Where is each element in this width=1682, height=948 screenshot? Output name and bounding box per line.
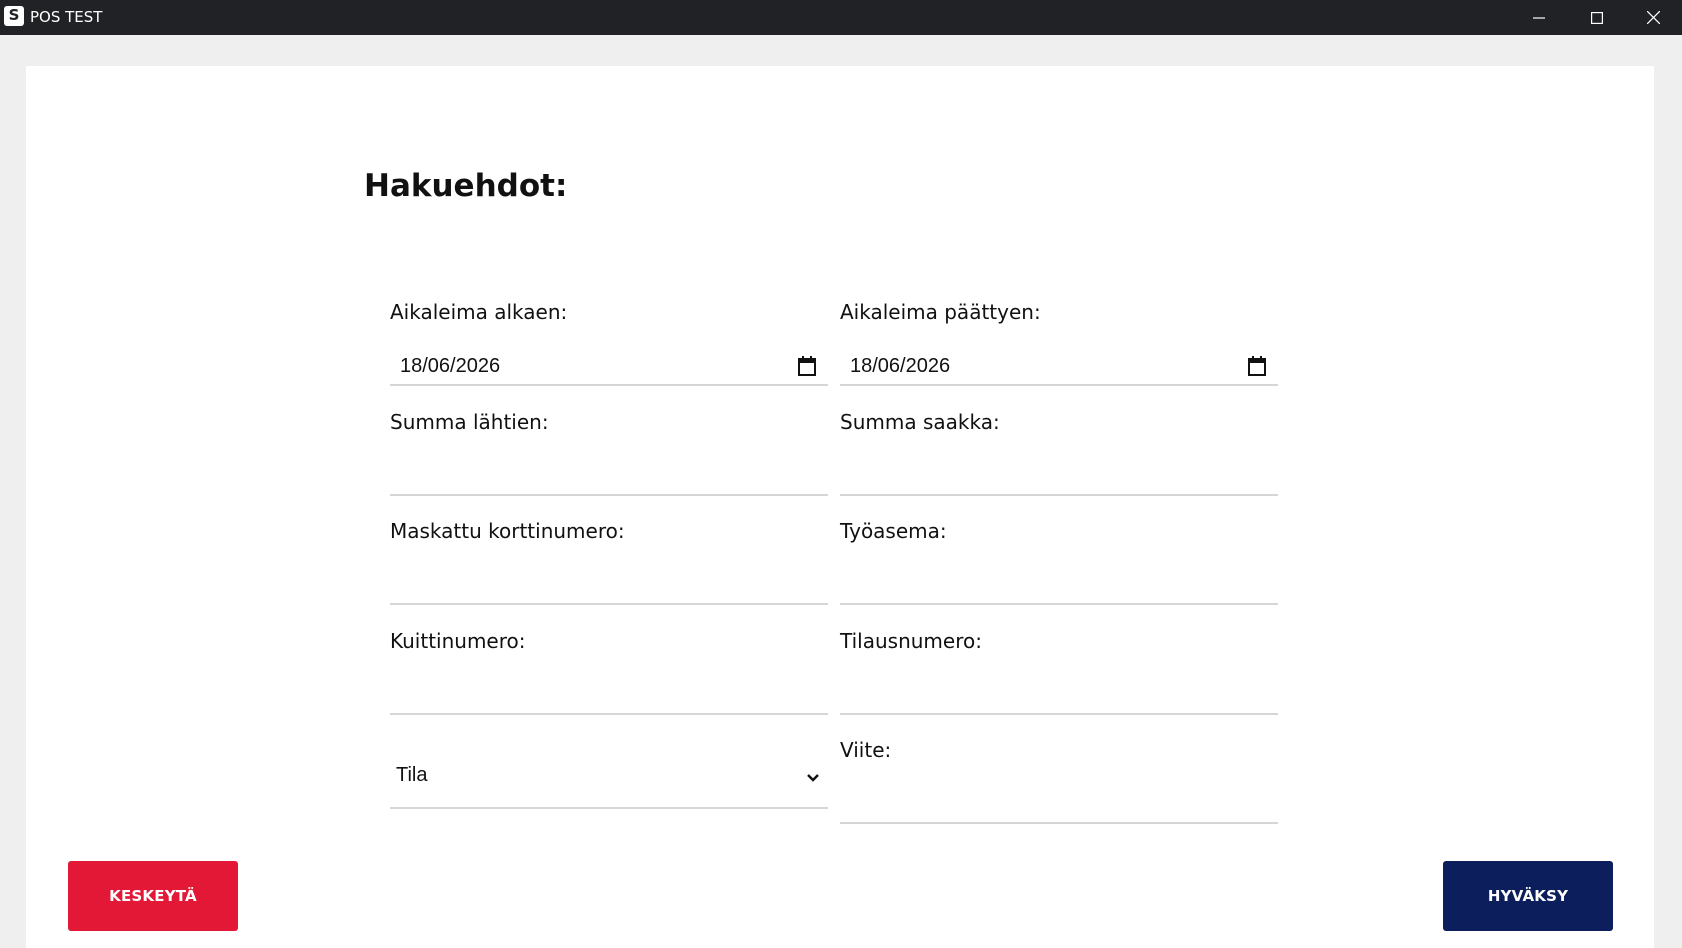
close-button[interactable] [1624, 0, 1682, 35]
close-icon [1646, 11, 1660, 24]
accept-button[interactable]: HYVÄKSY [1443, 861, 1613, 931]
app-logo-icon: S [4, 6, 24, 26]
date-start-value[interactable]: 18/06/2026 [400, 355, 500, 378]
minimize-button[interactable] [1510, 0, 1568, 35]
order-number-label: Tilausnumero: [840, 629, 982, 653]
status-underline [390, 807, 828, 809]
status-select[interactable]: Tila [390, 723, 828, 809]
date-end-label: Aikaleima päättyen: [840, 300, 1041, 324]
sum-to-input[interactable] [840, 454, 1278, 494]
sum-to-underline [840, 494, 1278, 496]
masked-card-field: Maskattu korttinumero: [390, 519, 828, 605]
reference-label: Viite: [840, 738, 892, 762]
cancel-button[interactable]: KESKEYTÄ [68, 861, 238, 931]
calendar-icon[interactable] [798, 356, 816, 376]
sum-from-input[interactable] [390, 454, 828, 494]
receipt-number-underline [390, 713, 828, 715]
form-title: Hakuehdot: [364, 168, 568, 204]
calendar-icon[interactable] [1248, 356, 1266, 376]
reference-underline [840, 822, 1278, 824]
date-end-underline [840, 384, 1278, 386]
reference-field: Viite: [840, 738, 1278, 824]
order-number-input[interactable] [840, 673, 1278, 713]
masked-card-label: Maskattu korttinumero: [390, 519, 625, 543]
receipt-number-label: Kuittinumero: [390, 629, 526, 653]
reference-input[interactable] [840, 782, 1278, 822]
workstation-label: Työasema: [840, 519, 947, 543]
chevron-down-icon [807, 774, 819, 782]
order-number-underline [840, 713, 1278, 715]
receipt-number-input[interactable] [390, 673, 828, 713]
order-number-field: Tilausnumero: [840, 629, 1278, 715]
masked-card-input[interactable] [390, 563, 828, 603]
masked-card-underline [390, 603, 828, 605]
title-bar: S POS TEST [0, 0, 1682, 35]
sum-to-field: Summa saakka: [840, 410, 1278, 496]
status-select-value: Tila [396, 764, 428, 786]
sum-from-underline [390, 494, 828, 496]
maximize-icon [1591, 11, 1603, 24]
workstation-underline [840, 603, 1278, 605]
date-end-field[interactable]: Aikaleima päättyen: 18/06/2026 [840, 300, 1278, 386]
minimize-icon [1533, 16, 1545, 19]
workstation-input[interactable] [840, 563, 1278, 603]
date-start-label: Aikaleima alkaen: [390, 300, 568, 324]
date-end-value[interactable]: 18/06/2026 [850, 355, 950, 378]
sum-from-field: Summa lähtien: [390, 410, 828, 496]
workstation-field: Työasema: [840, 519, 1278, 605]
date-start-field[interactable]: Aikaleima alkaen: 18/06/2026 [390, 300, 828, 386]
receipt-number-field: Kuittinumero: [390, 629, 828, 715]
maximize-button[interactable] [1568, 0, 1626, 35]
sum-from-label: Summa lähtien: [390, 410, 549, 434]
date-start-underline [390, 384, 828, 386]
sum-to-label: Summa saakka: [840, 410, 1000, 434]
window-title: POS TEST [30, 8, 103, 26]
